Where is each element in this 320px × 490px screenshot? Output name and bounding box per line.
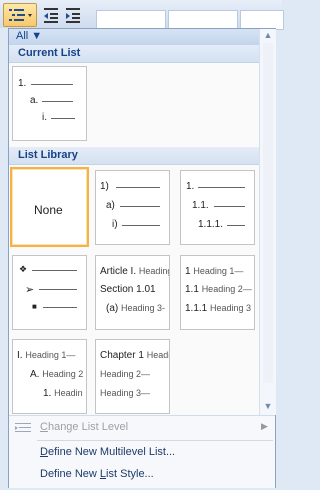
list-decimal-thumbnail[interactable]: 1. 1.1. 1.1.1. — [180, 170, 255, 245]
level-line — [51, 118, 75, 119]
submenu-arrow-icon: ▶ — [261, 421, 268, 431]
define-new-multilevel-list-item[interactable]: Define New Multilevel List... — [40, 446, 175, 458]
level-label: 1.1. — [192, 200, 209, 211]
list-outline-thumbnail[interactable]: I. Heading 1— A. Heading 2 1. Headin — [12, 339, 87, 414]
level-label: Chapter 1 Heading — [100, 350, 170, 361]
level-label: i. — [42, 112, 47, 123]
increase-indent-icon — [66, 8, 80, 23]
filter-dropdown[interactable]: All ▼ — [9, 29, 259, 46]
level-label: a) — [106, 200, 115, 211]
level-label: Article I. Heading — [100, 266, 170, 277]
level-label: 1) — [100, 181, 109, 192]
level-label: 1. — [186, 181, 195, 192]
level-label: 1.1.1. — [198, 219, 224, 230]
style-gallery-item[interactable] — [96, 10, 166, 30]
filter-label: All ▼ — [16, 30, 43, 42]
style-gallery-item[interactable] — [240, 10, 284, 30]
level-line — [116, 187, 160, 188]
square-bullet-icon: ■ — [32, 302, 37, 311]
level-line — [39, 289, 77, 290]
list-bullet-thumbnail[interactable]: ❖ ➢ ■ — [12, 255, 87, 330]
list-numbered-paren-thumbnail[interactable]: 1) a) i) — [95, 170, 170, 245]
level-line — [31, 84, 73, 85]
level-label: A. Heading 2 — [30, 369, 84, 380]
diamond-bullet-icon: ❖ — [19, 264, 28, 274]
define-new-list-style-item[interactable]: Define New List Style... — [40, 468, 154, 480]
style-gallery-item[interactable] — [168, 10, 238, 30]
level-label: 1 Heading 1— — [185, 266, 244, 277]
change-list-level-item[interactable]: Change List Level — [40, 421, 128, 433]
level-label: (a) Heading 3- — [106, 303, 166, 314]
level-label: a. — [30, 95, 39, 106]
level-line — [214, 206, 245, 207]
level-label: Section 1.01 — [100, 284, 156, 295]
list-heading-numbered-thumbnail[interactable]: 1 Heading 1— 1.1 Heading 2— 1.1.1 Headin… — [180, 255, 255, 330]
level-label: I. Heading 1— — [17, 350, 76, 361]
level-line — [32, 270, 77, 271]
decrease-indent-icon — [44, 8, 58, 23]
scrollbar-track[interactable] — [263, 43, 273, 383]
level-line — [120, 206, 160, 207]
level-label: 1.1.1 Heading 3 — [185, 303, 252, 314]
scroll-up-icon[interactable]: ▲ — [262, 30, 274, 42]
level-label: Heading 3— — [100, 388, 151, 398]
gallery-scrollbar[interactable]: ▲ ▼ — [259, 29, 276, 415]
current-list-thumbnail[interactable]: 1. a. i. — [12, 66, 87, 141]
level-line — [227, 225, 245, 226]
multilevel-list-dropdown: All ▼ Current List 1. a. i. List Library… — [8, 28, 276, 488]
change-list-level-icon — [15, 423, 31, 432]
level-line — [122, 225, 160, 226]
list-article-section-thumbnail[interactable]: Article I. Heading Section 1.01 (a) Head… — [95, 255, 170, 330]
level-line — [198, 187, 245, 188]
list-chapter-thumbnail[interactable]: Chapter 1 Heading Heading 2— Heading 3— — [95, 339, 170, 414]
multilevel-list-button[interactable] — [3, 3, 37, 27]
level-line — [42, 101, 73, 102]
level-label: 1. Headin — [43, 388, 83, 399]
level-label: 1.1 Heading 2— — [185, 284, 252, 295]
level-label: Heading 2— — [100, 369, 151, 379]
level-line — [43, 307, 77, 308]
level-label: i) — [112, 219, 118, 230]
ribbon — [0, 0, 284, 30]
dropdown-menu: Change List Level ▶ Define New Multileve… — [9, 415, 275, 488]
menu-separator — [37, 440, 273, 441]
increase-indent-button[interactable] — [62, 3, 84, 27]
list-none-thumbnail[interactable]: None — [10, 167, 89, 247]
level-label: 1. — [18, 78, 27, 89]
scroll-down-icon[interactable]: ▼ — [262, 401, 274, 413]
section-header-library: List Library — [9, 147, 259, 165]
multilevel-list-icon — [9, 9, 32, 21]
section-header-current: Current List — [9, 45, 259, 63]
decrease-indent-button[interactable] — [40, 3, 62, 27]
arrow-bullet-icon: ➢ — [25, 284, 35, 296]
none-label: None — [34, 203, 63, 217]
